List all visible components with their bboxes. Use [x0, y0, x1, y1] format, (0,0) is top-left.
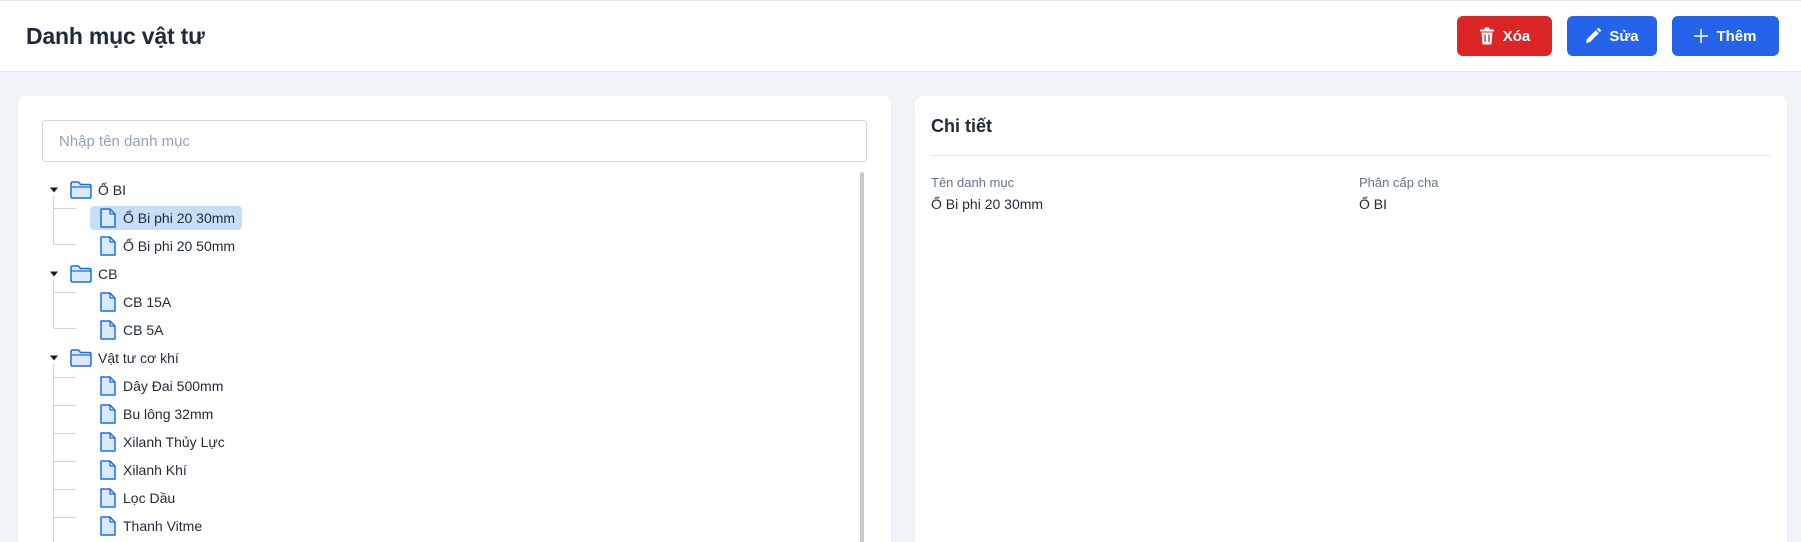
folder-icon	[70, 181, 92, 199]
caret-down-icon[interactable]	[42, 346, 66, 370]
tree-item[interactable]: Xilanh Khí	[90, 458, 194, 482]
detail-divider	[931, 155, 1771, 156]
file-icon	[98, 431, 118, 453]
tree-item-selected[interactable]: Ổ Bi phi 20 30mm	[90, 206, 243, 230]
tree-group-label: Ổ BI	[98, 182, 127, 198]
tree-item-label: CB 15A	[123, 294, 172, 310]
tree-item-label: Thanh Vitme	[123, 518, 203, 534]
file-icon	[98, 515, 118, 537]
folder-icon	[70, 265, 92, 283]
file-icon	[98, 207, 118, 229]
tree-connector	[54, 433, 76, 434]
delete-button-label: Xóa	[1502, 27, 1531, 45]
page-header: Danh mục vật tư Xóa Sửa Thêm	[0, 0, 1801, 72]
tree-connector	[54, 517, 76, 518]
tree-group-label: CB	[98, 266, 118, 282]
tree-item[interactable]: CB 15A	[90, 290, 178, 314]
delete-button[interactable]: Xóa	[1457, 16, 1552, 56]
category-name-value: Ổ Bi phi 20 30mm	[931, 196, 1044, 212]
tree-item-label: Lọc Dầu	[123, 490, 176, 506]
tree-group[interactable]: Ổ BI	[42, 178, 126, 202]
tree-item-label: Xilanh Thủy Lực	[123, 434, 225, 450]
caret-down-icon[interactable]	[42, 178, 66, 202]
tree-connector	[54, 377, 76, 378]
category-name-label: Tên danh mục	[931, 175, 1015, 190]
category-search-input[interactable]	[42, 120, 867, 162]
file-icon	[98, 291, 118, 313]
tree-item-label: Dây Đai 500mm	[123, 378, 224, 394]
tree-item[interactable]: Thanh Vitme	[90, 514, 209, 538]
trash-icon	[1479, 27, 1495, 45]
parent-category-value: Ổ BI	[1359, 196, 1388, 212]
tree-item[interactable]: Dây Đai 500mm	[90, 374, 230, 398]
detail-title: Chi tiết	[931, 116, 992, 136]
page-title: Danh mục vật tư	[26, 23, 205, 49]
tree-item[interactable]: Bu lông 32mm	[90, 402, 220, 426]
detail-panel: Chi tiết Tên danh mục Ổ Bi phi 20 30mm P…	[915, 96, 1787, 542]
tree-connector	[54, 489, 76, 490]
plus-icon	[1694, 29, 1709, 43]
file-icon	[98, 235, 118, 257]
tree-connector	[54, 208, 76, 209]
tree-item[interactable]: Ổ Bi phi 20 50mm	[90, 234, 242, 258]
file-icon	[98, 319, 118, 341]
tree-item[interactable]: Lọc Dầu	[90, 486, 182, 510]
tree-connector	[54, 292, 76, 293]
file-icon	[98, 487, 118, 509]
add-button[interactable]: Thêm	[1672, 16, 1779, 56]
tree-connector	[54, 461, 76, 462]
file-icon	[98, 459, 118, 481]
caret-down-icon[interactable]	[42, 262, 66, 286]
tree-connector	[53, 364, 54, 542]
tree-item[interactable]: Xilanh Thủy Lực	[90, 430, 232, 454]
category-tree: Ổ BI Ổ Bi phi 20 30mm Ổ Bi phi 20 50mm C…	[42, 172, 867, 542]
category-tree-panel: Ổ BI Ổ Bi phi 20 30mm Ổ Bi phi 20 50mm C…	[18, 96, 891, 542]
tree-item-label: Bu lông 32mm	[123, 406, 214, 422]
tree-scrollbar[interactable]	[860, 172, 864, 542]
file-icon	[98, 403, 118, 425]
tree-group-label: Vật tư cơ khí	[98, 350, 179, 366]
tree-connector	[54, 405, 76, 406]
add-button-label: Thêm	[1716, 27, 1757, 45]
tree-item-label: Ổ Bi phi 20 50mm	[123, 238, 236, 254]
edit-button[interactable]: Sửa	[1567, 16, 1657, 56]
pencil-icon	[1585, 28, 1602, 44]
tree-item-label: CB 5A	[123, 322, 164, 338]
folder-icon	[70, 349, 92, 367]
tree-item-label: Xilanh Khí	[123, 462, 187, 478]
tree-group[interactable]: Vật tư cơ khí	[42, 346, 179, 370]
tree-connector	[53, 280, 54, 328]
edit-button-label: Sửa	[1609, 27, 1639, 45]
tree-group[interactable]: CB	[42, 262, 117, 286]
parent-category-label: Phân cấp cha	[1359, 175, 1439, 190]
tree-connector	[54, 328, 76, 329]
tree-item[interactable]: CB 5A	[90, 318, 170, 342]
file-icon	[98, 375, 118, 397]
tree-connector	[54, 244, 76, 245]
tree-item-label: Ổ Bi phi 20 30mm	[123, 210, 236, 226]
tree-connector	[53, 196, 54, 245]
